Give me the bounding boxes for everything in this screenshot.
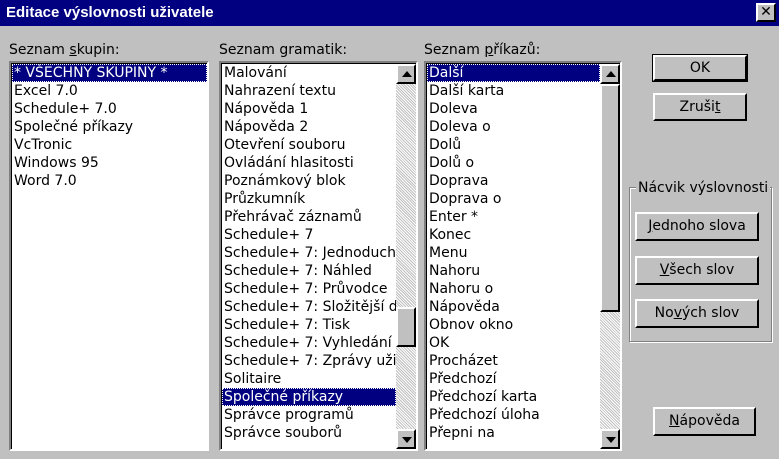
title-bar: Editace výslovnosti uživatele ✕ xyxy=(0,0,779,26)
grammars-list-item[interactable]: Malování xyxy=(222,64,396,82)
commands-label: Seznam příkazů: xyxy=(424,42,541,58)
grammars-list: Malování Nahrazení textu Nápověda 1 Nápověd… xyxy=(222,64,396,449)
arrow-down-icon xyxy=(402,437,412,443)
window-title: Editace výslovnosti uživatele xyxy=(6,4,214,21)
grammars-scroll-down-button[interactable] xyxy=(396,429,416,449)
arrow-up-icon xyxy=(402,71,412,77)
commands-list-item[interactable]: Procházet xyxy=(427,352,600,370)
grammars-list-item[interactable]: Průzkumník xyxy=(222,190,396,208)
commands-list-item[interactable]: Konec xyxy=(427,226,600,244)
commands-list-item[interactable]: Další karta xyxy=(427,82,600,100)
groups-list-item[interactable]: Word 7.0 xyxy=(12,172,207,190)
commands-list-item[interactable]: Menu xyxy=(427,244,600,262)
groups-listbox[interactable]: * VŠECHNY SKUPINY * Excel 7.0 Schedule+ 7.… xyxy=(9,61,209,451)
grammars-list-item[interactable]: Otevření souboru xyxy=(222,136,396,154)
grammars-list-item[interactable]: Poznámkový blok xyxy=(222,172,396,190)
commands-list-item[interactable]: Další xyxy=(427,64,600,82)
grammars-scroll-up-button[interactable] xyxy=(396,64,416,84)
groups-label: Seznam skupin: xyxy=(9,42,120,58)
grammars-list-item[interactable]: Schedule+ 7: Tisk xyxy=(222,316,396,334)
grammars-list-item[interactable]: Solitaire xyxy=(222,370,396,388)
commands-list-item[interactable]: Doleva xyxy=(427,100,600,118)
grammars-list-item[interactable]: Schedule+ 7: Jednoduché xyxy=(222,244,396,262)
commands-listbox[interactable]: Další Další karta Doleva Doleva o Dolů Dolů o… xyxy=(424,61,622,451)
training-title: Nácvik výslovnosti xyxy=(636,179,771,197)
arrow-up-icon xyxy=(606,71,616,77)
cancel-button[interactable]: Zrušit xyxy=(653,93,747,121)
grammars-list-item[interactable]: Správce programů xyxy=(222,406,396,424)
grammars-list-item[interactable]: Schedule+ 7: Náhled xyxy=(222,262,396,280)
commands-list-item[interactable]: Enter * xyxy=(427,208,600,226)
grammars-list-item[interactable]: Přehrávač záznamů xyxy=(222,208,396,226)
grammars-scroll-thumb[interactable] xyxy=(396,307,416,347)
ok-button[interactable]: OK xyxy=(652,54,748,82)
help-button[interactable]: Nápověda xyxy=(653,407,756,436)
commands-list-item[interactable]: Předchozí úloha xyxy=(427,406,600,424)
groups-list-item[interactable]: Windows 95 xyxy=(12,154,207,172)
grammars-inner: Malování Nahrazení textu Nápověda 1 Nápověd… xyxy=(221,63,416,449)
commands-list-item[interactable]: Doleva o xyxy=(427,118,600,136)
commands-scrollbar[interactable] xyxy=(600,64,620,449)
commands-scroll-thumb[interactable] xyxy=(600,84,620,312)
commands-list-item[interactable]: Nahoru o xyxy=(427,280,600,298)
commands-list-item[interactable]: Doprava xyxy=(427,172,600,190)
groups-list-item[interactable]: Společné příkazy xyxy=(12,118,207,136)
commands-list-item[interactable]: OK xyxy=(427,334,600,352)
commands-list-item[interactable]: Předchozí karta xyxy=(427,388,600,406)
grammars-scrollbar[interactable] xyxy=(396,64,416,449)
groups-list-item[interactable]: VcTronic xyxy=(12,136,207,154)
commands-list-item[interactable]: Obnov okno xyxy=(427,316,600,334)
commands-list-item[interactable]: Dolů xyxy=(427,136,600,154)
grammars-list-item[interactable]: Správce souborů xyxy=(222,424,396,442)
commands-scroll-up-button[interactable] xyxy=(600,64,620,84)
groups-list-item[interactable]: * VŠECHNY SKUPINY * xyxy=(12,64,207,82)
groups-list-item[interactable]: Excel 7.0 xyxy=(12,82,207,100)
commands-list: Další Další karta Doleva Doleva o Dolů Dolů o… xyxy=(427,64,600,449)
arrow-down-icon xyxy=(606,437,616,443)
close-icon: ✕ xyxy=(760,4,772,20)
commands-list-item[interactable]: Nápověda xyxy=(427,298,600,316)
commands-list-item[interactable]: Dolů o xyxy=(427,154,600,172)
grammars-list-item[interactable]: Schedule+ 7: Složitější dia xyxy=(222,298,396,316)
commands-scroll-down-button[interactable] xyxy=(600,429,620,449)
commands-list-item[interactable]: Nahoru xyxy=(427,262,600,280)
grammars-listbox[interactable]: Malování Nahrazení textu Nápověda 1 Nápověd… xyxy=(219,61,418,451)
grammars-list-item[interactable]: Nápověda 1 xyxy=(222,100,396,118)
grammars-list-item[interactable]: Nápověda 2 xyxy=(222,118,396,136)
commands-list-item[interactable]: Přepni na xyxy=(427,424,600,442)
grammars-list-item[interactable]: Ovládání hlasitosti xyxy=(222,154,396,172)
single-word-button[interactable]: Jednoho slova xyxy=(635,212,759,241)
new-words-button[interactable]: Nových slov xyxy=(635,299,759,328)
grammars-list-item[interactable]: Nahrazení textu xyxy=(222,82,396,100)
grammars-list-item[interactable]: Schedule+ 7: Vyhledání a xyxy=(222,334,396,352)
grammars-list-item[interactable]: Společné příkazy xyxy=(222,388,396,406)
close-button[interactable]: ✕ xyxy=(756,3,776,22)
commands-list-item[interactable]: Předchozí xyxy=(427,370,600,388)
commands-list-item[interactable]: Doprava o xyxy=(427,190,600,208)
grammars-list-item[interactable]: Schedule+ 7: Zprávy uživ xyxy=(222,352,396,370)
groups-list-item[interactable]: Schedule+ 7.0 xyxy=(12,100,207,118)
all-words-button[interactable]: Všech slov xyxy=(635,256,759,285)
commands-inner: Další Další karta Doleva Doleva o Dolů Dolů o… xyxy=(426,63,620,449)
grammars-label: Seznam gramatik: xyxy=(219,42,348,58)
groups-list: * VŠECHNY SKUPINY * Excel 7.0 Schedule+ 7.… xyxy=(11,63,207,449)
grammars-list-item[interactable]: Schedule+ 7 xyxy=(222,226,396,244)
grammars-list-item[interactable]: Schedule+ 7: Průvodce xyxy=(222,280,396,298)
